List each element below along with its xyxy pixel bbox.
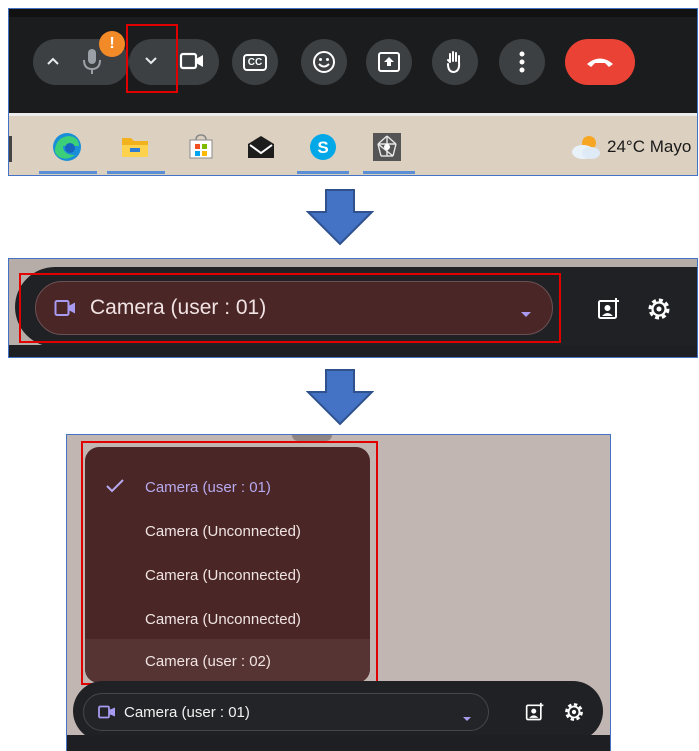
warning-badge[interactable]: ! <box>99 31 125 57</box>
present-button[interactable] <box>366 39 412 85</box>
raise-hand-button[interactable] <box>432 39 478 85</box>
hang-up-icon <box>587 58 613 67</box>
highlight-box-chevron <box>126 24 178 93</box>
highlight-box-menu <box>81 441 378 685</box>
camera-selector-panel: Camera (user : 01) <box>8 258 698 358</box>
emoji-button[interactable] <box>301 39 347 85</box>
bar-bottom-strip <box>9 345 697 357</box>
hang-up-button[interactable] <box>565 39 635 85</box>
more-options-button[interactable] <box>499 39 545 85</box>
camera-icon[interactable] <box>179 48 205 79</box>
edge-icon[interactable] <box>47 127 87 167</box>
microsoft-store-icon[interactable] <box>181 127 221 167</box>
settings-gear-icon[interactable] <box>646 296 672 327</box>
svg-text:S: S <box>317 138 328 157</box>
weather-icon <box>569 133 603 166</box>
network-app-icon[interactable] <box>367 127 407 167</box>
present-icon <box>378 52 400 72</box>
camera-menu-panel: Camera (user : 01) Camera (Unconnected) … <box>66 434 611 751</box>
top-strip <box>9 9 697 17</box>
captions-icon: CC <box>242 53 268 71</box>
captions-button[interactable]: CC <box>232 39 278 85</box>
portrait-effects-icon[interactable] <box>525 702 545 727</box>
emoji-icon <box>313 51 335 73</box>
skype-underline <box>297 171 349 174</box>
bar-bottom-strip <box>67 735 610 751</box>
taskbar-edge-mark <box>9 136 12 162</box>
skype-icon[interactable]: S <box>303 127 343 167</box>
settings-gear-icon[interactable] <box>563 701 585 728</box>
down-arrow-1 <box>305 188 375 251</box>
weather-text[interactable]: 24°C Mayo <box>607 137 691 157</box>
camera-select-label: Camera (user : 01) <box>124 703 250 721</box>
mail-icon[interactable] <box>241 127 281 167</box>
raise-hand-icon <box>447 51 461 74</box>
file-explorer-underline <box>107 171 165 174</box>
portrait-effects-icon[interactable] <box>597 297 621 326</box>
microphone-icon[interactable] <box>81 47 103 82</box>
down-arrow-2 <box>305 368 375 431</box>
caret-down-icon <box>462 709 472 727</box>
meet-toolbar-panel: ! CC S 24°C Mayo <box>8 8 698 176</box>
more-options-icon <box>519 51 525 73</box>
highlight-box-selector <box>19 273 561 343</box>
chevron-up-icon[interactable] <box>45 53 61 74</box>
camera-select[interactable]: Camera (user : 01) <box>83 693 489 731</box>
camera-icon <box>98 705 116 719</box>
edge-active-underline <box>39 171 97 174</box>
file-explorer-icon[interactable] <box>115 127 155 167</box>
network-app-underline <box>363 171 415 174</box>
